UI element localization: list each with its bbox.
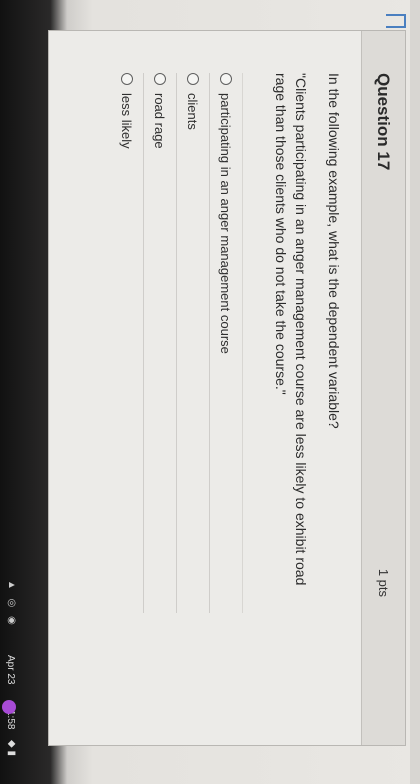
answer-list: participating in an anger management cou… xyxy=(111,73,243,613)
answer-label: participating in an anger management cou… xyxy=(218,93,234,354)
clock-date[interactable]: Apr 23 xyxy=(5,655,16,684)
question-points: 1 pts xyxy=(376,568,391,597)
taskbar: ▲ ◎ ◉ Apr 23 1:58 ◆ ▮ xyxy=(0,560,20,784)
system-tray-icons[interactable]: ▲ ◎ ◉ xyxy=(6,580,17,628)
radio-button-icon[interactable] xyxy=(121,73,133,85)
radio-button-icon[interactable] xyxy=(220,73,232,85)
answer-label: less likely xyxy=(119,93,135,149)
wifi-battery-icon[interactable]: ◆ ▮ xyxy=(6,740,17,756)
answer-option[interactable]: participating in an anger management cou… xyxy=(210,73,243,613)
question-body: In the following example, what is the de… xyxy=(271,73,343,715)
bookmark-icon[interactable] xyxy=(386,14,406,28)
answer-option[interactable]: road rage xyxy=(144,73,177,613)
launcher-icon[interactable] xyxy=(2,700,16,714)
question-title: Question 17 xyxy=(374,73,393,171)
screen-edge xyxy=(410,0,420,784)
radio-button-icon[interactable] xyxy=(154,73,166,85)
question-quote: "Clients participating in an anger manag… xyxy=(273,73,309,586)
radio-button-icon[interactable] xyxy=(187,73,199,85)
question-header: Question 17 1 pts xyxy=(361,31,405,745)
answer-label: road rage xyxy=(152,93,168,149)
answer-option[interactable]: less likely xyxy=(111,73,144,613)
answer-option[interactable]: clients xyxy=(177,73,210,613)
answer-label: clients xyxy=(185,93,201,130)
laptop-screen: Question 17 1 pts In the following examp… xyxy=(0,0,420,784)
question-prompt: In the following example, what is the de… xyxy=(326,73,342,429)
question-card: Question 17 1 pts In the following examp… xyxy=(48,30,406,746)
